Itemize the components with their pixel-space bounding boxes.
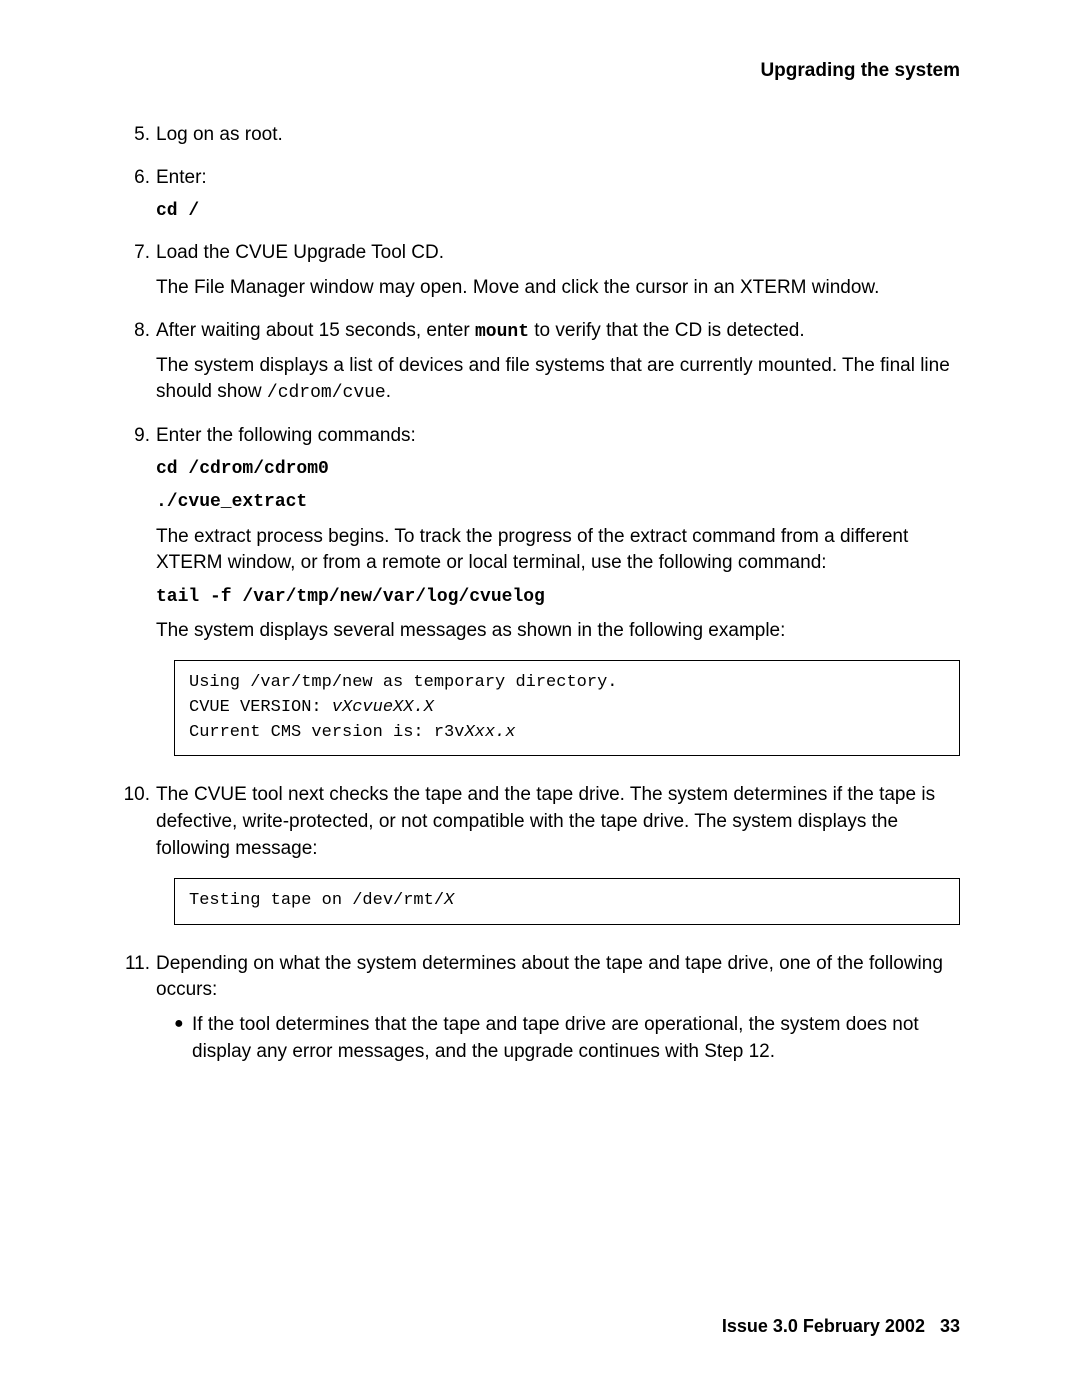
step-body: Enter the following commands: cd /cdrom/… <box>156 423 960 775</box>
step-text: Enter: <box>156 165 960 192</box>
step-body: The CVUE tool next checks the tape and t… <box>156 782 960 942</box>
step-number: 8. <box>120 318 150 415</box>
text-suffix: to verify that the CD is detected. <box>529 320 805 341</box>
step-body: After waiting about 15 seconds, enter mo… <box>156 318 960 415</box>
output-variable: Xxx.x <box>464 723 515 742</box>
step-number: 11. <box>120 951 150 1065</box>
step-text: Load the CVUE Upgrade Tool CD. <box>156 240 960 267</box>
step-number: 5. <box>120 122 150 157</box>
page: Upgrading the system 5. Log on as root. … <box>0 0 1080 1397</box>
content-body: 5. Log on as root. 6. Enter: cd / 7. Loa… <box>120 122 960 1065</box>
step-text: The CVUE tool next checks the tape and t… <box>156 782 960 862</box>
output-line: Current CMS version is: r3vXxx.x <box>189 721 945 746</box>
step-body: Log on as root. <box>156 122 960 157</box>
step-paragraph: The extract process begins. To track the… <box>156 524 960 577</box>
step-6: 6. Enter: cd / <box>120 165 960 233</box>
step-7: 7. Load the CVUE Upgrade Tool CD. The Fi… <box>120 240 960 309</box>
step-text: After waiting about 15 seconds, enter mo… <box>156 318 960 345</box>
step-text: Log on as root. <box>156 122 960 149</box>
step-note: The File Manager window may open. Move a… <box>156 275 960 302</box>
step-body: Depending on what the system determines … <box>156 951 960 1065</box>
output-variable: vXcvueXX.X <box>332 698 434 717</box>
output-variable: X <box>444 891 454 910</box>
bullet-item: ● If the tool determines that the tape a… <box>174 1012 960 1065</box>
step-10: 10. The CVUE tool next checks the tape a… <box>120 782 960 942</box>
step-paragraph: The system displays several messages as … <box>156 618 960 645</box>
output-line: Using /var/tmp/new as temporary director… <box>189 671 945 696</box>
footer-issue: Issue 3.0 February 2002 <box>722 1316 925 1336</box>
command: cd / <box>156 199 960 224</box>
example-output-box: Using /var/tmp/new as temporary director… <box>174 660 960 756</box>
step-5: 5. Log on as root. <box>120 122 960 157</box>
inline-command: mount <box>475 322 529 342</box>
text-prefix: After waiting about 15 seconds, enter <box>156 320 475 341</box>
bullet-text: If the tool determines that the tape and… <box>192 1012 960 1065</box>
page-header: Upgrading the system <box>120 60 960 82</box>
step-text: Enter the following commands: <box>156 423 960 450</box>
output-text: CVUE VERSION: <box>189 698 332 717</box>
step-9: 9. Enter the following commands: cd /cdr… <box>120 423 960 775</box>
step-number: 10. <box>120 782 150 942</box>
output-text: Current CMS version is: r3v <box>189 723 464 742</box>
page-footer: Issue 3.0 February 2002 33 <box>722 1316 960 1337</box>
step-11: 11. Depending on what the system determi… <box>120 951 960 1065</box>
step-number: 7. <box>120 240 150 309</box>
inline-path: /cdrom/cvue <box>267 383 386 403</box>
output-line: CVUE VERSION: vXcvueXX.X <box>189 696 945 721</box>
command: tail -f /var/tmp/new/var/log/cvuelog <box>156 585 960 610</box>
step-number: 9. <box>120 423 150 775</box>
step-body: Enter: cd / <box>156 165 960 233</box>
command: cd /cdrom/cdrom0 <box>156 457 960 482</box>
example-output-box: Testing tape on /dev/rmt/X <box>174 878 960 925</box>
output-text: Testing tape on /dev/rmt/ <box>189 891 444 910</box>
step-text: Depending on what the system determines … <box>156 951 960 1004</box>
command: ./cvue_extract <box>156 490 960 515</box>
step-body: Load the CVUE Upgrade Tool CD. The File … <box>156 240 960 309</box>
note-suffix: . <box>386 381 391 402</box>
footer-page-number: 33 <box>940 1316 960 1336</box>
step-8: 8. After waiting about 15 seconds, enter… <box>120 318 960 415</box>
step-note: The system displays a list of devices an… <box>156 353 960 407</box>
bullet-dot-icon: ● <box>174 1012 192 1065</box>
step-number: 6. <box>120 165 150 233</box>
output-line: Testing tape on /dev/rmt/X <box>189 889 945 914</box>
